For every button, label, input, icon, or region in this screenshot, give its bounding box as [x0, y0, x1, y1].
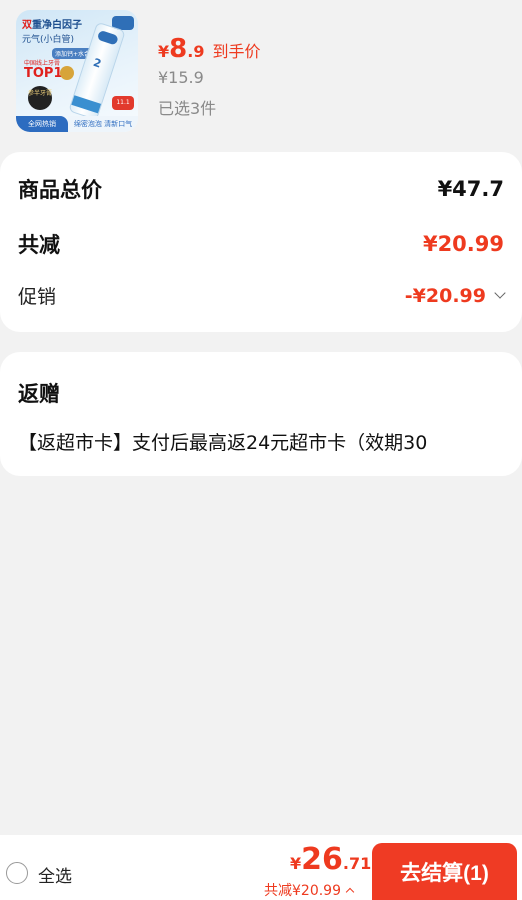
saved-text: 共减¥20.99	[264, 883, 341, 899]
total-payable: ¥ 26 .71	[290, 842, 371, 877]
thumbnail-headline: 双重净白因子	[22, 20, 82, 31]
total-label: 商品总价	[18, 178, 102, 202]
promo-row[interactable]: 促销 -¥20.99	[18, 282, 506, 309]
discount-row: 共减 ¥20.99	[18, 229, 504, 259]
chevron-down-icon[interactable]	[494, 287, 506, 299]
select-all-label[interactable]: 全选	[38, 862, 72, 887]
thumbnail-subline: 元气(小白管)	[22, 35, 75, 45]
price-symbol: ¥	[158, 42, 170, 61]
product-summary: 双重净白因子 元气(小白管) 添加钙+水合硅石 中国线上牙膏 TOP1 参半牙膏…	[0, 0, 522, 145]
thumbnail-badge: 11.1	[112, 96, 134, 110]
final-price: ¥ 8 .9 到手价	[158, 34, 260, 64]
saved-detail-toggle[interactable]: 共减¥20.99	[264, 880, 355, 900]
price-label: 到手价	[212, 42, 261, 61]
tube-logo	[96, 29, 119, 46]
checkout-button[interactable]: 去结算(1)	[372, 843, 517, 900]
original-price: ¥15.9	[158, 68, 204, 87]
total-row: 商品总价 ¥47.7	[18, 174, 504, 204]
gift-description: 【返超市卡】支付后最高返24元超市卡（效期30	[18, 432, 428, 454]
total-value: ¥47.7	[437, 177, 504, 201]
thumbnail-tag-left: 全网热销	[16, 116, 68, 132]
tube-number: 2	[91, 55, 103, 71]
award-icon	[60, 66, 74, 80]
total-integer: 26	[301, 842, 343, 877]
thumbnail-tag-right: 绵密泡泡 清新口气	[68, 116, 138, 132]
gift-title: 返赠	[18, 382, 60, 406]
total-symbol: ¥	[290, 854, 302, 873]
product-thumbnail[interactable]: 双重净白因子 元气(小白管) 添加钙+水合硅石 中国线上牙膏 TOP1 参半牙膏…	[16, 10, 138, 132]
total-decimal: .71	[342, 854, 372, 873]
chevron-up-icon[interactable]	[345, 887, 355, 897]
price-decimal: .9	[187, 42, 205, 61]
promo-label: 促销	[18, 286, 57, 308]
select-all-radio[interactable]	[6, 862, 28, 884]
price-integer: 8	[169, 34, 188, 64]
gift-card	[0, 352, 522, 476]
discount-label: 共减	[18, 233, 60, 257]
thumbnail-disc: 参半牙膏	[28, 86, 52, 110]
selected-count: 已选3件	[158, 99, 217, 118]
thumbnail-rank-big: TOP1	[24, 66, 63, 81]
discount-value: ¥20.99	[422, 232, 504, 256]
promo-value: -¥20.99	[404, 284, 486, 307]
promo-value-wrap[interactable]: -¥20.99	[404, 284, 506, 307]
tube-strip	[71, 95, 102, 114]
